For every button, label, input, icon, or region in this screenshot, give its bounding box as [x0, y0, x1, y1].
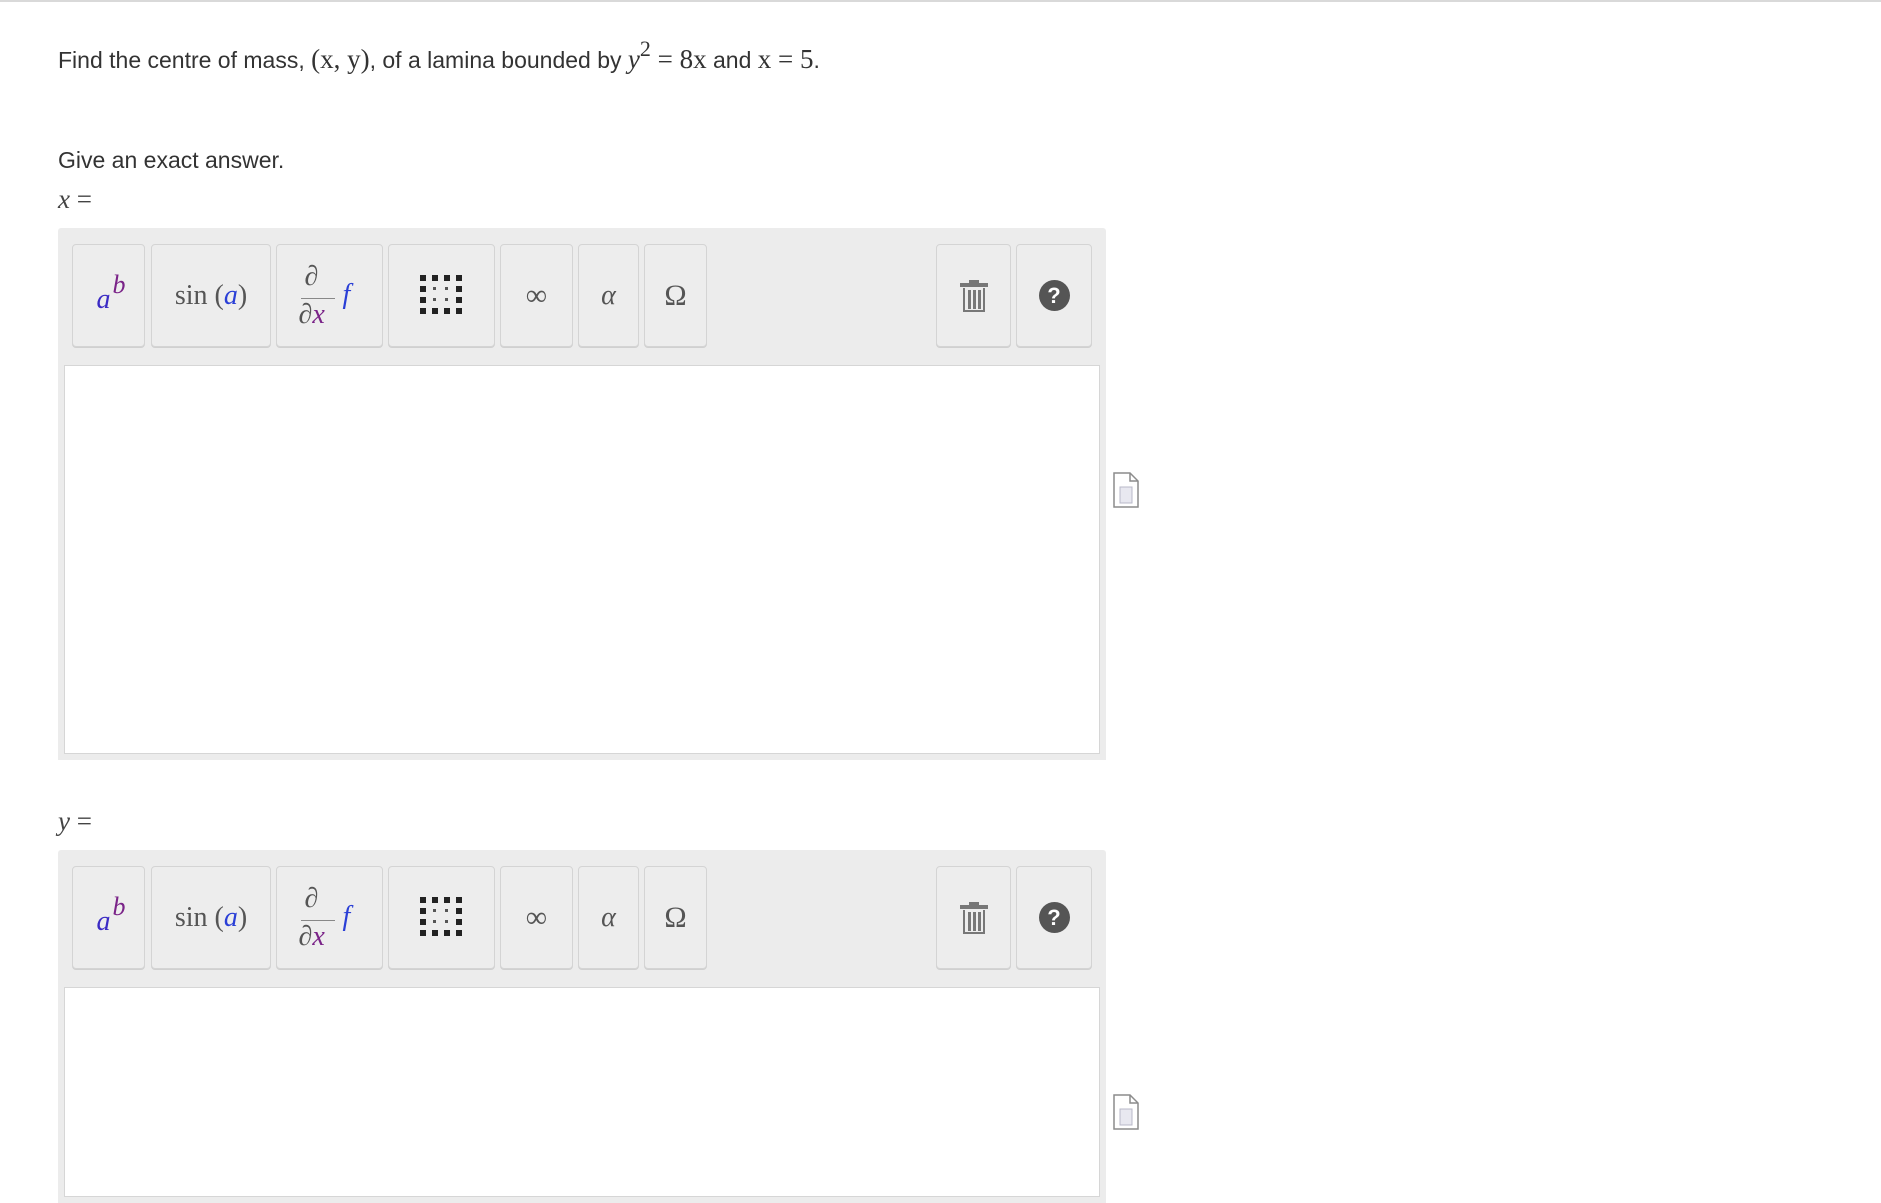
answer-x-var: x: [58, 184, 70, 214]
document-preview-icon[interactable]: [1113, 1094, 1139, 1130]
derivative-denominator: ∂x: [299, 299, 325, 331]
document-preview-icon[interactable]: [1113, 472, 1139, 508]
answer-x-input-frame: [58, 365, 1106, 760]
power-exponent: b: [112, 891, 126, 921]
curve-rhs: = 8x: [657, 44, 707, 74]
symbols-button[interactable]: Ω: [644, 866, 707, 969]
infinity-button[interactable]: ∞: [500, 244, 573, 347]
partial-derivative-icon: ∂ ∂x f: [295, 883, 365, 953]
sine-function-icon: sin (a): [174, 279, 248, 311]
help-icon: ?: [1038, 902, 1070, 933]
math-toolbar: a b sin (a) ∂ ∂x f ∞ α Ω ?: [58, 850, 1106, 987]
answer-y-var: y: [58, 806, 70, 836]
answer-x-label: x =: [58, 184, 92, 215]
clear-button[interactable]: [936, 244, 1011, 347]
infinity-button[interactable]: ∞: [500, 866, 573, 969]
power-base: a: [96, 905, 111, 937]
answer-x-input[interactable]: [64, 365, 1100, 754]
question-end: .: [813, 47, 820, 73]
trash-icon: [959, 279, 988, 312]
function-arg: a: [223, 901, 238, 933]
derivative-den-var: x: [312, 298, 325, 330]
greek-letters-icon: α: [601, 901, 616, 933]
math-toolbar: a b sin (a) ∂ ∂x f ∞ α Ω ?: [58, 228, 1106, 365]
matrix-button[interactable]: [388, 866, 495, 969]
derivative-denominator: ∂x: [299, 921, 325, 953]
question-text: Find the centre of mass, (x, y), of a la…: [58, 38, 820, 74]
clear-button[interactable]: [936, 866, 1011, 969]
question-line: x = 5: [757, 44, 814, 74]
question-connector: and: [713, 47, 752, 73]
sine-function-icon: sin (a): [174, 901, 248, 933]
power-exponent: b: [112, 269, 126, 299]
infinity-icon: ∞: [525, 900, 548, 934]
function-button[interactable]: sin (a): [151, 244, 271, 347]
function-arg: a: [223, 279, 238, 311]
derivative-numerator: ∂: [304, 882, 319, 914]
symbols-button[interactable]: Ω: [644, 244, 707, 347]
greek-letters-button[interactable]: α: [578, 866, 639, 969]
derivative-den-symbol: ∂: [298, 298, 313, 330]
help-button[interactable]: ?: [1016, 244, 1092, 347]
answer-y-input-frame: [58, 987, 1106, 1203]
answer-x-editor: a b sin (a) ∂ ∂x f ∞ α Ω ?: [58, 228, 1106, 760]
symbols-icon: Ω: [664, 278, 687, 312]
derivative-button[interactable]: ∂ ∂x f: [276, 244, 383, 347]
function-button[interactable]: sin (a): [151, 866, 271, 969]
derivative-function: f: [342, 278, 351, 310]
matrix-icon: [419, 275, 464, 316]
power-icon: a b: [89, 270, 129, 318]
help-button[interactable]: ?: [1016, 866, 1092, 969]
symbols-icon: Ω: [664, 900, 687, 934]
partial-derivative-icon: ∂ ∂x f: [295, 261, 365, 331]
derivative-den-var: x: [312, 920, 325, 952]
power-base: a: [96, 283, 111, 315]
trash-icon: [959, 901, 988, 934]
question-curve: y2 = 8x: [627, 38, 707, 74]
answer-y-label: y =: [58, 806, 92, 837]
function-name: sin: [174, 901, 208, 933]
curve-exponent: 2: [639, 36, 651, 61]
power-button[interactable]: a b: [72, 244, 145, 347]
question-prefix: Find the centre of mass,: [58, 47, 305, 73]
derivative-den-symbol: ∂: [298, 920, 313, 952]
curve-base: y: [627, 44, 640, 74]
infinity-icon: ∞: [525, 278, 548, 312]
power-button[interactable]: a b: [72, 866, 145, 969]
answer-y-eq: =: [76, 806, 92, 836]
greek-letters-icon: α: [601, 279, 616, 311]
answer-x-eq: =: [76, 184, 92, 214]
instruction-text: Give an exact answer.: [58, 147, 285, 173]
derivative-button[interactable]: ∂ ∂x f: [276, 866, 383, 969]
derivative-numerator: ∂: [304, 260, 319, 292]
question-middle: , of a lamina bounded by: [369, 47, 622, 73]
answer-y-input[interactable]: [64, 987, 1100, 1197]
greek-letters-button[interactable]: α: [578, 244, 639, 347]
answer-y-editor: a b sin (a) ∂ ∂x f ∞ α Ω ?: [58, 850, 1106, 1203]
matrix-icon: [419, 897, 464, 938]
function-name: sin: [174, 279, 208, 311]
top-divider: [0, 0, 1881, 2]
derivative-function: f: [342, 900, 351, 932]
question-point: (x, y): [311, 44, 370, 74]
help-icon: ?: [1038, 280, 1070, 311]
matrix-button[interactable]: [388, 244, 495, 347]
power-icon: a b: [89, 892, 129, 940]
